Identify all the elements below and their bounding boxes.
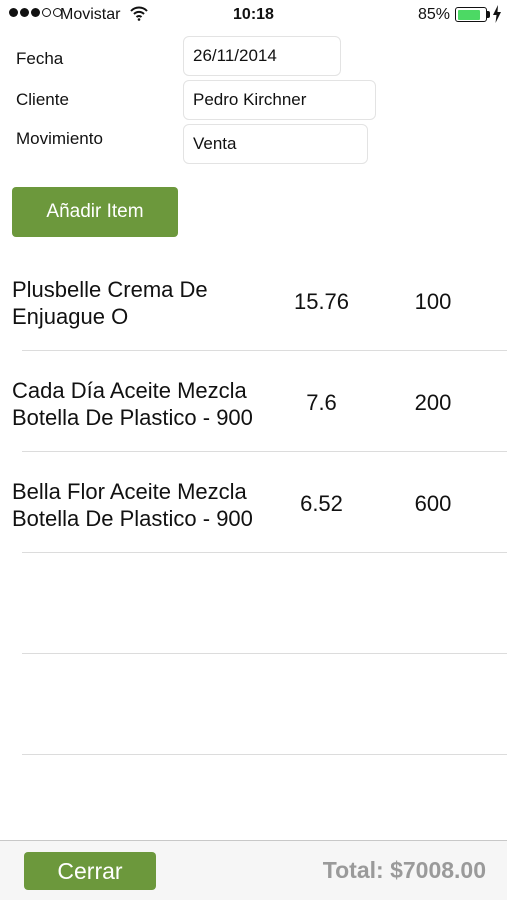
cliente-label: Cliente <box>16 90 69 109</box>
movimiento-label: Movimiento <box>16 129 103 148</box>
row-separator <box>22 754 507 755</box>
battery-icon <box>455 7 487 22</box>
item-price: 7.6 <box>306 390 337 415</box>
list-item[interactable]: Cada Día Aceite Mezcla Botella De Plasti… <box>0 351 507 452</box>
total-amount: Total: $7008.00 <box>322 857 486 883</box>
item-price: 15.76 <box>293 289 350 314</box>
item-price: 6.52 <box>300 491 343 516</box>
item-quantity: 200 <box>414 390 452 415</box>
list-item[interactable]: Bella Flor Aceite Mezcla Botella De Plas… <box>0 452 507 553</box>
item-quantity: 100 <box>414 289 452 314</box>
battery-tip <box>487 11 490 18</box>
movimiento-field[interactable]: Venta <box>183 124 368 164</box>
item-name: Bella Flor Aceite Mezcla Botella De Plas… <box>12 479 253 531</box>
item-name: Cada Día Aceite Mezcla Botella De Plasti… <box>12 378 253 430</box>
empty-list-row <box>0 654 507 755</box>
item-name: Plusbelle Crema De Enjuague O <box>12 277 208 329</box>
fecha-field[interactable]: 26/11/2014 <box>183 36 341 76</box>
status-bar: Movistar 10:18 85% <box>0 0 507 30</box>
cliente-field[interactable]: Pedro Kirchner <box>183 80 376 120</box>
item-quantity: 600 <box>414 491 452 516</box>
add-item-button[interactable]: Añadir Item <box>12 187 178 237</box>
list-item[interactable]: Plusbelle Crema De Enjuague O 15.76 100 <box>0 250 507 351</box>
battery-percentage: 85% <box>417 6 450 23</box>
close-button[interactable]: Cerrar <box>24 852 156 890</box>
battery-level <box>457 9 481 20</box>
fecha-label: Fecha <box>16 49 64 68</box>
bottom-toolbar: Cerrar Total: $7008.00 <box>0 840 507 900</box>
empty-list-row <box>0 553 507 654</box>
charging-bolt-icon <box>493 5 501 23</box>
